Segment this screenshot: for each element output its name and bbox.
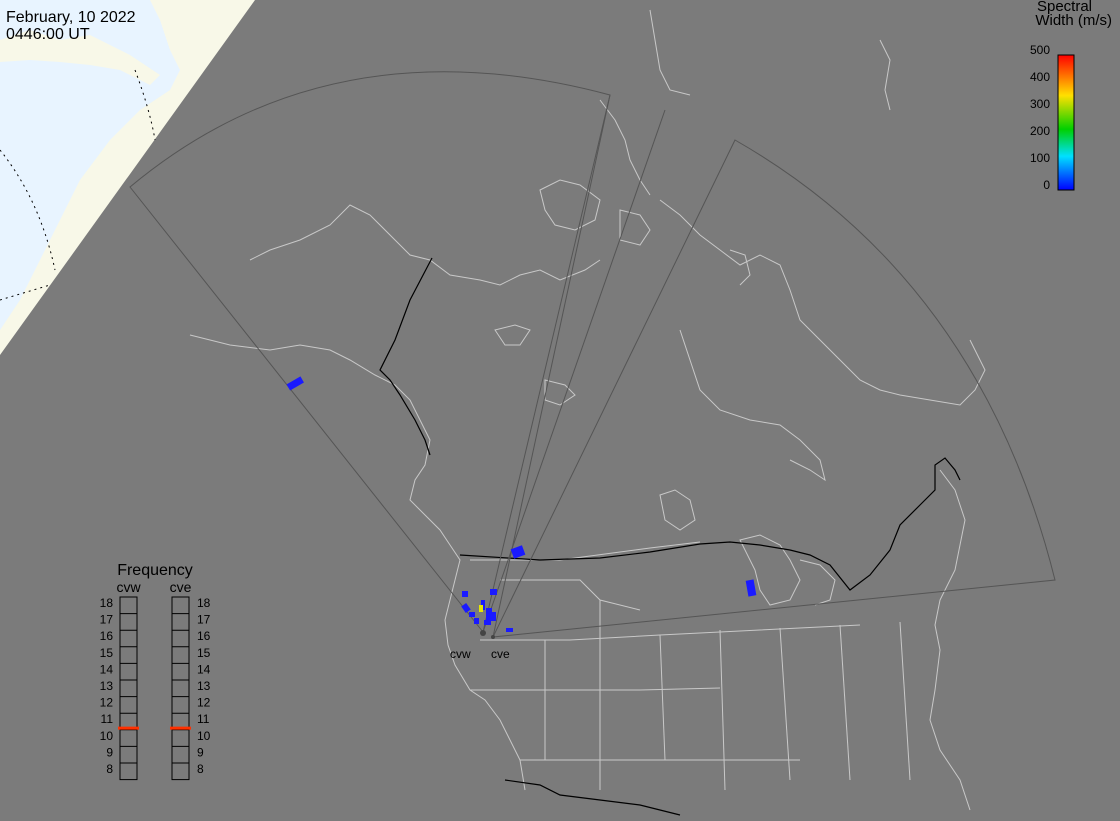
- frequency-indicator: Frequencycvw18171615141312111098cve18171…: [100, 562, 211, 781]
- frequency-tick-label: 17: [100, 613, 114, 627]
- national-borders: [379, 257, 961, 816]
- date-label: February, 10 2022: [6, 9, 136, 26]
- frequency-marker: [170, 726, 191, 730]
- frequency-radar-name: cve: [170, 579, 192, 595]
- legend-title-line2: Width (m/s): [1035, 12, 1112, 29]
- frequency-tick-label: 10: [197, 729, 211, 743]
- color-bar-tick-label: 300: [1030, 97, 1050, 111]
- map-view[interactable]: cvw cve 500 400 300 200 100 0 Frequency …: [0, 0, 1120, 821]
- frequency-column: [119, 596, 138, 781]
- frequency-tick-label: 9: [197, 745, 204, 759]
- frequency-marker: [118, 726, 139, 730]
- daylight-region: [0, 0, 255, 355]
- frequency-tick-label: 16: [100, 629, 114, 643]
- frequency-tick-label: 15: [100, 646, 114, 660]
- radar-label-cvw: cvw: [450, 647, 471, 661]
- coastlines: [189, 9, 986, 811]
- color-bar-tick-label: 200: [1030, 124, 1050, 138]
- frequency-tick-label: 11: [101, 712, 114, 726]
- frequency-tick-label: 18: [100, 596, 114, 610]
- frequency-tick-label: 15: [197, 646, 211, 660]
- color-bar-ticks: 500 400 300 200 100 0: [1030, 43, 1050, 192]
- frequency-tick-label: 14: [197, 662, 211, 676]
- frequency-tick-label: 17: [197, 613, 211, 627]
- color-bar-tick-label: 400: [1030, 70, 1050, 84]
- time-label: 0446:00 UT: [6, 26, 90, 43]
- color-bar: 500 400 300 200 100 0: [1030, 43, 1075, 192]
- frequency-radar-name: cvw: [116, 579, 141, 595]
- frequency-tick-label: 13: [100, 679, 114, 693]
- frequency-tick-label: 8: [197, 762, 204, 776]
- color-bar-tick-label: 500: [1030, 43, 1050, 57]
- frequency-tick-label: 12: [197, 696, 211, 710]
- radar-fov-fans: [129, 71, 1056, 638]
- frequency-tick-label: 14: [100, 662, 114, 676]
- frequency-tick-label: 13: [197, 679, 211, 693]
- frequency-tick-label: 16: [197, 629, 211, 643]
- frequency-tick-label: 12: [100, 696, 114, 710]
- frequency-tick-label: 18: [197, 596, 211, 610]
- frequency-tick-label: 10: [100, 729, 114, 743]
- frequency-tick-label: 8: [106, 762, 113, 776]
- frequency-tick-label: 11: [197, 712, 210, 726]
- color-bar-tick-label: 0: [1043, 178, 1050, 192]
- frequency-column: [171, 596, 190, 781]
- radar-sites: cvw cve: [450, 630, 510, 661]
- frequency-tick-label: 9: [106, 745, 113, 759]
- radar-label-cve: cve: [491, 647, 510, 661]
- color-bar-tick-label: 100: [1030, 151, 1050, 165]
- frequency-title: Frequency: [117, 562, 193, 579]
- map-canvas[interactable]: cvw cve 5004003002001000 Frequencycvw181…: [0, 0, 1120, 821]
